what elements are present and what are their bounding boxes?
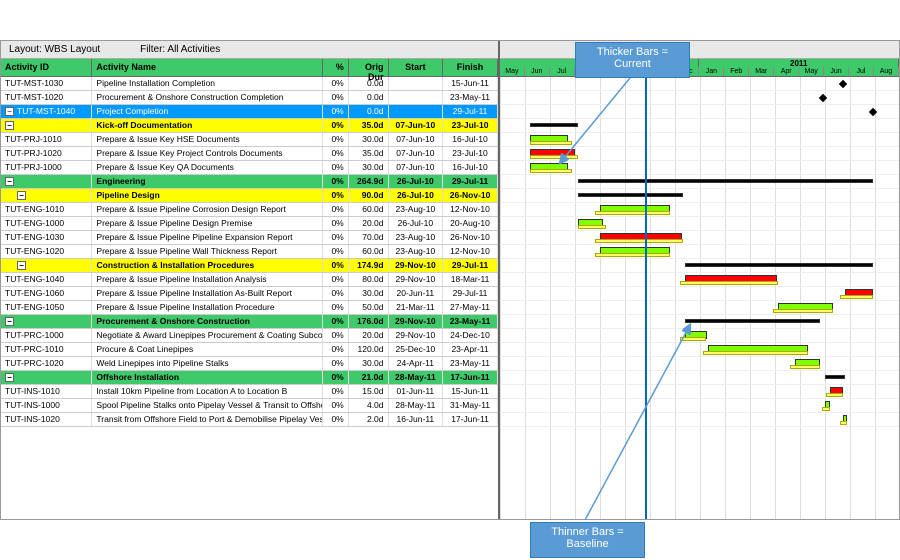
month-cell: Jul	[849, 67, 874, 76]
collapse-icon[interactable]: −	[5, 121, 14, 130]
summary-bar[interactable]	[578, 193, 683, 197]
table-row[interactable]: TUT-PRJ-1000Prepare & Issue Key QA Docum…	[1, 161, 498, 175]
month-cell: Jun	[824, 67, 849, 76]
col-activity-name[interactable]: Activity Name	[92, 59, 322, 76]
table-header: Activity ID Activity Name % Orig Dur Sta…	[1, 59, 498, 77]
summary-bar[interactable]	[578, 179, 873, 183]
table-row[interactable]: TUT-ENG-1010Prepare & Issue Pipeline Cor…	[1, 203, 498, 217]
collapse-icon[interactable]: −	[17, 261, 26, 270]
table-row[interactable]: TUT-MST-1020Procurement & Onshore Constr…	[1, 91, 498, 105]
timeline-header: 20102011 MayJunJulAugSepOctNovDecJanFebM…	[500, 59, 899, 77]
baseline-bar	[680, 281, 778, 285]
collapse-icon[interactable]: −	[5, 177, 14, 186]
baseline-bar	[840, 421, 847, 425]
table-row[interactable]: TUT-INS-1000Spool Pipeline Stalks onto P…	[1, 399, 498, 413]
table-row[interactable]: TUT-ENG-1030Prepare & Issue Pipeline Pip…	[1, 231, 498, 245]
table-row[interactable]: TUT-INS-1010Install 10km Pipeline from L…	[1, 385, 498, 399]
collapse-icon[interactable]: −	[5, 373, 14, 382]
table-row[interactable]: TUT-ENG-1060Prepare & Issue Pipeline Ins…	[1, 287, 498, 301]
month-cell: Apr	[774, 67, 799, 76]
col-start[interactable]: Start	[389, 59, 444, 76]
baseline-bar	[773, 309, 833, 313]
gantt-row	[500, 203, 899, 217]
table-row[interactable]: TUT-ENG-1000Prepare & Issue Pipeline Des…	[1, 217, 498, 231]
table-row[interactable]: TUT-PRC-1000Negotiate & Award Linepipes …	[1, 329, 498, 343]
col-finish[interactable]: Finish	[443, 59, 498, 76]
month-cell: Mar	[749, 67, 774, 76]
year-2011: 2011	[699, 59, 899, 67]
month-cell: Jul	[550, 67, 575, 76]
baseline-bar	[595, 253, 670, 257]
gantt-row	[500, 287, 899, 301]
month-cell: May	[799, 67, 824, 76]
summary-bar[interactable]	[825, 375, 845, 379]
table-row[interactable]: TUT-ENG-1020Prepare & Issue Pipeline Wal…	[1, 245, 498, 259]
milestone-icon[interactable]	[869, 108, 877, 116]
col-dur[interactable]: Orig Dur	[349, 59, 389, 76]
table-row[interactable]: TUT-PRC-1020Weld Linepipes into Pipeline…	[1, 357, 498, 371]
table-row[interactable]: −Engineering0%264.9d26-Jul-1029-Jul-11	[1, 175, 498, 189]
layout-selector[interactable]: Layout: WBS Layout	[9, 44, 100, 55]
callout-current: Thicker Bars = Current	[575, 42, 690, 78]
filter-selector[interactable]: Filter: All Activities	[140, 44, 220, 55]
collapse-icon[interactable]: −	[17, 191, 26, 200]
summary-bar[interactable]	[685, 263, 873, 267]
table-row[interactable]: TUT-MST-1030Pipeline Installation Comple…	[1, 77, 498, 91]
table-row[interactable]: −TUT-MST-1040Project Completion0%0.0d29-…	[1, 105, 498, 119]
gantt-row	[500, 273, 899, 287]
baseline-bar	[822, 407, 830, 411]
table-row[interactable]: TUT-PRC-1010Procure & Coat Linepipes0%12…	[1, 343, 498, 357]
baseline-bar	[790, 365, 820, 369]
callout-baseline: Thinner Bars = Baseline	[530, 522, 645, 558]
gantt-row	[500, 245, 899, 259]
table-row[interactable]: −Offshore Installation0%21.0d28-May-1117…	[1, 371, 498, 385]
collapse-icon[interactable]: −	[5, 317, 14, 326]
month-cell: Jan	[699, 67, 724, 76]
table-row[interactable]: −Construction & Installation Procedures0…	[1, 259, 498, 273]
activity-table: Layout: WBS Layout Filter: All Activitie…	[1, 41, 500, 519]
table-row[interactable]: TUT-PRJ-1010Prepare & Issue Key HSE Docu…	[1, 133, 498, 147]
baseline-bar	[840, 295, 873, 299]
gantt-row	[500, 301, 899, 315]
baseline-bar	[826, 393, 843, 397]
toolbar: Layout: WBS Layout Filter: All Activitie…	[1, 41, 498, 59]
gantt-row	[500, 189, 899, 203]
month-cell: May	[500, 67, 525, 76]
col-activity-id[interactable]: Activity ID	[1, 59, 92, 76]
gantt-window: Layout: WBS Layout Filter: All Activitie…	[0, 40, 900, 520]
baseline-bar	[578, 225, 606, 229]
table-row[interactable]: TUT-ENG-1040Prepare & Issue Pipeline Ins…	[1, 273, 498, 287]
table-row[interactable]: −Pipeline Design0%90.0d26-Jul-1026-Nov-1…	[1, 189, 498, 203]
collapse-icon[interactable]: −	[5, 107, 14, 116]
gantt-row	[500, 217, 899, 231]
baseline-bar	[595, 211, 670, 215]
month-cell: Jun	[525, 67, 550, 76]
table-row[interactable]: −Kick-off Documentation0%35.0d07-Jun-102…	[1, 119, 498, 133]
gantt-row	[500, 259, 899, 273]
table-row[interactable]: TUT-ENG-1050Prepare & Issue Pipeline Ins…	[1, 301, 498, 315]
month-cell: Feb	[724, 67, 749, 76]
table-row[interactable]: TUT-PRJ-1020Prepare & Issue Key Project …	[1, 147, 498, 161]
month-cell: Aug	[874, 67, 899, 76]
col-pct[interactable]: %	[323, 59, 349, 76]
baseline-bar	[595, 239, 683, 243]
table-row[interactable]: −Procurement & Onshore Construction0%176…	[1, 315, 498, 329]
gantt-row	[500, 231, 899, 245]
milestone-icon[interactable]	[819, 94, 827, 102]
table-row[interactable]: TUT-INS-1020Transit from Offshore Field …	[1, 413, 498, 427]
milestone-icon[interactable]	[839, 80, 847, 88]
